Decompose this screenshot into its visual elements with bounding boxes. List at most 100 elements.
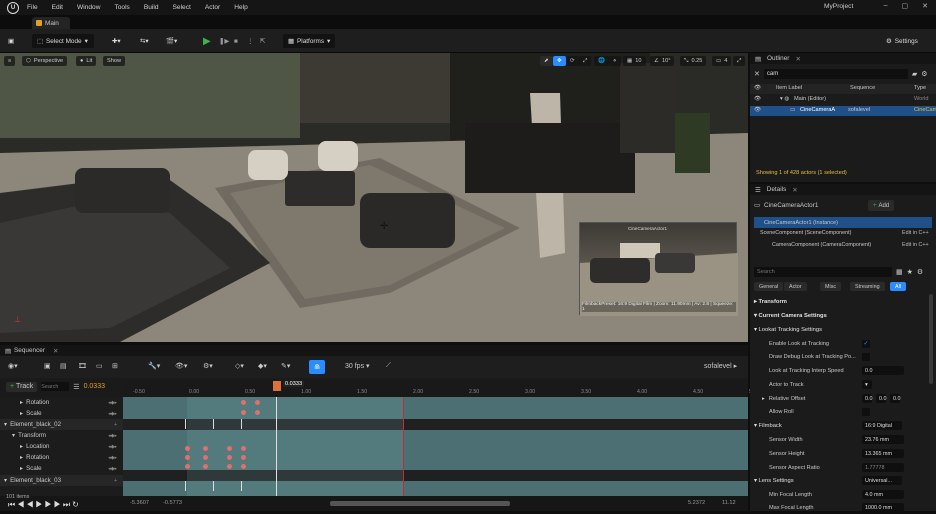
keyframe[interactable] [241, 455, 246, 460]
keyframe[interactable] [255, 410, 260, 415]
section-lens[interactable]: ▾ Lens Settings Universal... [750, 475, 936, 487]
menu-build[interactable]: Build [144, 4, 159, 11]
keyframe[interactable] [185, 446, 190, 451]
maximize-icon[interactable]: ▢ [902, 2, 909, 10]
expand-arrow-icon[interactable]: ▸ [20, 399, 23, 406]
keyframe[interactable] [203, 446, 208, 451]
curve-editor-icon[interactable]: ⟋ [386, 362, 391, 370]
track-row[interactable]: ▸ Location ◂◆▸ [0, 441, 123, 452]
track-timeline[interactable] [123, 397, 748, 497]
add-track-button[interactable]: + Track [6, 381, 38, 392]
add-icon[interactable]: + [114, 422, 117, 428]
time-ruler[interactable]: -0.50 0.00 0.50 1.00 1.50 2.00 2.50 3.00 3.50 4.0… [123, 381, 759, 397]
section-key-tick[interactable] [213, 481, 214, 491]
visibility-icon[interactable]: 👁 [754, 85, 761, 91]
col-type[interactable]: Type [914, 85, 926, 91]
view-mode-button[interactable]: ● Lit [76, 56, 97, 66]
save-icon[interactable]: ▣ [8, 34, 14, 48]
world-icon[interactable]: ◉▾ [8, 362, 18, 370]
expand-arrow-icon[interactable]: ▸ [20, 465, 23, 472]
filter-chip[interactable]: Actor [784, 282, 807, 291]
details-scrollbar[interactable] [929, 294, 933, 384]
keyframe[interactable] [203, 464, 208, 469]
star-icon[interactable]: ★ [907, 268, 913, 276]
section-key-tick[interactable] [241, 481, 242, 491]
component-row[interactable]: CameraComponent (CameraComponent) Edit i… [772, 242, 936, 248]
rotation-snap-button[interactable]: ∠ 10° [650, 56, 675, 66]
view-start-field[interactable]: -0.5773 [163, 500, 182, 506]
section-transform[interactable]: ▸ Transform [750, 296, 936, 308]
expand-arrow-icon[interactable]: ▾ [12, 432, 15, 439]
key-nav-icon[interactable]: ◂◆▸ [108, 400, 117, 406]
key-nav-icon[interactable]: ◂◆▸ [108, 433, 117, 439]
translate-tool-icon[interactable]: ✥ [553, 56, 566, 66]
timeline-scrollbar[interactable] [330, 501, 510, 506]
playhead-handle[interactable] [273, 381, 281, 391]
close-icon[interactable]: ✕ [53, 347, 58, 355]
key-icon[interactable]: ◇▾ [235, 362, 244, 370]
range-end-field[interactable]: 11.12 [722, 500, 736, 506]
sensor-height-field[interactable]: 13.365 mm [862, 449, 904, 458]
play-options-icon[interactable]: ⋮ [247, 34, 253, 48]
expand-arrow-icon[interactable]: ▾ [4, 421, 7, 428]
outliner-search-input[interactable] [763, 69, 908, 79]
camera-icon[interactable]: ▭ [96, 362, 103, 370]
actor-picker-dropdown[interactable]: ▾ [862, 380, 872, 389]
keyframe[interactable] [227, 446, 232, 451]
filter-chip[interactable]: General [754, 282, 784, 291]
tab-main[interactable]: Main [32, 17, 70, 29]
component-instance-row[interactable]: CineCameraActor1 (Instance) [754, 217, 932, 228]
component-row[interactable]: SceneComponent (SceneComponent) Edit in … [760, 230, 936, 236]
filter-chip[interactable]: All [890, 282, 906, 291]
keyframe[interactable] [227, 455, 232, 460]
lens-preset-dropdown[interactable]: Universal... [862, 476, 902, 485]
track-row[interactable]: ▾ Element_black_02 + [0, 419, 123, 430]
offset-y-field[interactable]: 0.0 [876, 394, 887, 403]
auto-key-icon[interactable]: ◆▾ [258, 362, 267, 370]
gear-icon[interactable]: ⚙ [917, 268, 923, 276]
visibility-icon[interactable]: 👁 [754, 107, 761, 113]
framerate-dropdown[interactable]: 30 fps ▾ [345, 362, 370, 370]
maximize-viewport-icon[interactable]: ⤢ [733, 56, 746, 66]
offset-x-field[interactable]: 0.0 [862, 394, 873, 403]
grid-icon[interactable]: ⊞ [112, 362, 118, 370]
view-icon[interactable]: 👁▾ [175, 362, 187, 370]
sequence-name[interactable]: sofalevel ▸ [704, 362, 737, 370]
expand-arrow-icon[interactable]: ▸ [20, 443, 23, 450]
play-button[interactable]: ▶ [203, 34, 211, 48]
filter-chip[interactable]: Misc [820, 282, 842, 291]
offset-z-field[interactable]: 0.0 [890, 394, 901, 403]
section-current-camera[interactable]: ▾ Current Camera Settings [750, 310, 936, 322]
world-space-icon[interactable]: 🌐 [594, 56, 609, 66]
unreal-logo-icon[interactable]: U [7, 1, 19, 14]
track-row[interactable]: ▸ Scale ◂◆▸ [0, 408, 123, 419]
allow-roll-checkbox[interactable] [862, 407, 870, 416]
scale-snap-button[interactable]: ⤡ 0.25 [680, 56, 707, 66]
save-icon[interactable]: ▣ [44, 362, 51, 370]
clear-search-icon[interactable]: ✕ [754, 70, 760, 78]
actor-name[interactable]: CineCameraActor1 [764, 202, 818, 209]
track-row[interactable]: ▸ Scale ◂◆▸ [0, 463, 123, 474]
filter-chip[interactable]: Streaming [850, 282, 885, 291]
draw-debug-checkbox[interactable] [862, 352, 870, 361]
scale-tool-icon[interactable]: ⤢ [579, 56, 592, 66]
add-component-button[interactable]: + Add [868, 200, 895, 211]
transport-controls[interactable]: ⏮◀◀▶▶▶⏭↻ [8, 500, 81, 510]
keyframe[interactable] [203, 455, 208, 460]
keyframe[interactable] [255, 400, 260, 405]
keyframe[interactable] [227, 464, 232, 469]
enable-lookat-checkbox[interactable]: ✓ [862, 339, 870, 348]
gear-icon[interactable]: ⚙ [921, 70, 927, 78]
min-focal-field[interactable]: 4.0 mm [862, 490, 904, 499]
keyframe[interactable] [241, 446, 246, 451]
keyframe[interactable] [185, 464, 190, 469]
track-search-input[interactable] [41, 382, 70, 391]
platforms-dropdown[interactable]: ▦ Platforms ▾ [283, 34, 335, 48]
settings-button[interactable]: ⚙ Settings [886, 34, 918, 48]
camera-speed-button[interactable]: ▭ 4 [712, 56, 732, 66]
view-end-field[interactable]: 5.2372 [688, 500, 705, 506]
filmback-preset-dropdown[interactable]: 16:9 Digital [862, 421, 902, 430]
pencil-icon[interactable]: ✎▾ [281, 362, 290, 370]
col-item-label[interactable]: Item Label [776, 85, 802, 91]
stop-button[interactable]: ■ [234, 34, 238, 48]
